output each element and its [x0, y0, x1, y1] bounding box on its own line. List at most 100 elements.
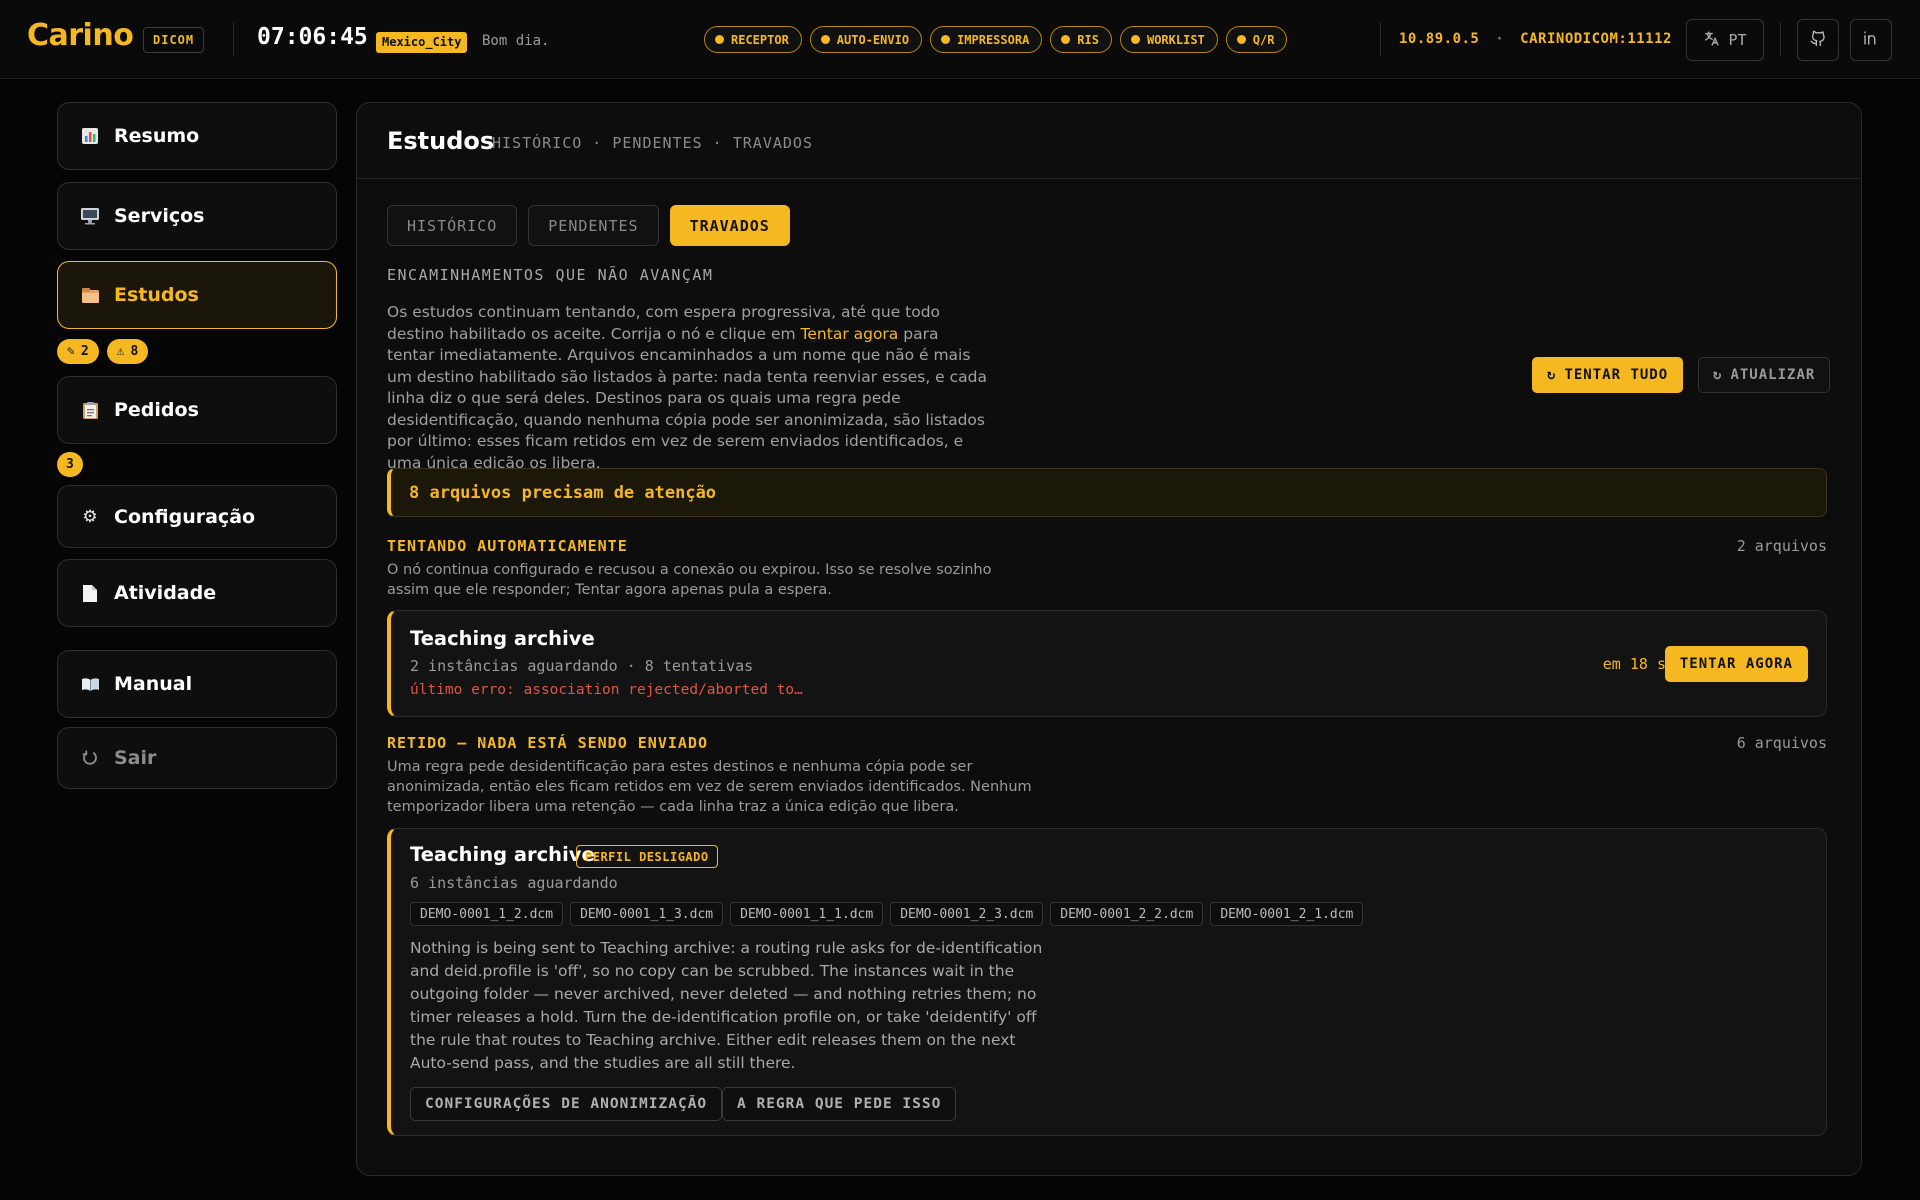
pill-label: AUTO-ENVIO — [836, 32, 910, 47]
github-button[interactable] — [1797, 19, 1839, 61]
file-chip[interactable]: DEMO-0001_1_3.dcm — [570, 902, 724, 926]
destination-meta: 6 instâncias aguardando — [410, 874, 618, 892]
bar-chart-icon — [80, 126, 100, 146]
status-dot-icon — [1130, 35, 1140, 44]
refresh-icon: ↻ — [1547, 367, 1557, 383]
attention-banner: 8 arquivos precisam de atenção — [387, 468, 1827, 517]
file-chip[interactable]: DEMO-0001_2_2.dcm — [1050, 902, 1204, 926]
power-icon — [80, 748, 100, 768]
group-count-held: 6 arquivos — [1736, 734, 1827, 752]
status-pill-impressora[interactable]: IMPRESSORA — [930, 26, 1043, 53]
linkedin-button[interactable] — [1850, 19, 1892, 61]
pill-label: RECEPTOR — [731, 32, 789, 47]
divider — [233, 22, 234, 56]
pill-label: Q/R — [1252, 32, 1275, 47]
button-label: TENTAR TUDO — [1564, 367, 1669, 383]
monitor-icon — [80, 206, 100, 226]
linkedin-icon — [1862, 29, 1880, 51]
group-title-held: RETIDO — NADA ESTÁ SENDO ENVIADO — [387, 734, 708, 752]
file-chip[interactable]: DEMO-0001_1_2.dcm — [410, 902, 564, 926]
status-pill-worklist[interactable]: WORKLIST — [1119, 26, 1218, 53]
deid-settings-button[interactable]: CONFIGURAÇÕES DE ANONIMIZAÇÃO — [410, 1087, 723, 1121]
pill-label: RIS — [1077, 32, 1099, 47]
tab-pendentes[interactable]: PENDENTES — [528, 205, 659, 246]
routing-rule-button[interactable]: A REGRA QUE PEDE ISSO — [722, 1087, 957, 1121]
sidebar-item-label: Sair — [114, 747, 157, 769]
profile-off-tag: PERFIL DESLIGADO — [576, 845, 718, 868]
sidebar-item-label: Estudos — [114, 284, 199, 306]
studies-panel: Estudos HISTÓRICO · PENDENTES · TRAVADOS… — [356, 102, 1862, 1176]
panel-header: Estudos HISTÓRICO · PENDENTES · TRAVADOS — [357, 103, 1861, 179]
badge-count: 2 — [80, 344, 89, 359]
destination-name: Teaching archive — [410, 627, 595, 650]
ae-title: CARINODICOM:11112 — [1520, 31, 1672, 47]
group-title-auto-retry: TENTANDO AUTOMATICAMENTE — [387, 537, 628, 555]
greeting: Bom dia. — [482, 33, 550, 49]
address-separator: · — [1495, 31, 1505, 47]
retry-now-button[interactable]: TENTAR AGORA — [1664, 646, 1808, 682]
edited-count-badge[interactable]: ✎ 2 — [57, 339, 99, 364]
retry-all-button[interactable]: ↻ TENTAR TUDO — [1532, 357, 1684, 393]
held-explanation: Nothing is being sent to Teaching archiv… — [410, 939, 1043, 1072]
refresh-button[interactable]: ↻ ATUALIZAR — [1698, 357, 1831, 393]
tab-travados[interactable]: TRAVADOS — [669, 205, 790, 246]
sidebar-item-atividade[interactable]: Atividade — [57, 559, 337, 627]
page-subtitle: HISTÓRICO · PENDENTES · TRAVADOS — [492, 134, 813, 152]
badge-count: 3 — [66, 457, 74, 472]
status-dot-icon — [820, 35, 830, 44]
sidebar-item-sair[interactable]: Sair — [57, 727, 337, 789]
document-icon — [80, 583, 100, 603]
status-pill-receptor[interactable]: RECEPTOR — [704, 26, 802, 53]
sidebar-item-label: Serviços — [114, 205, 205, 227]
pending-orders-badge[interactable]: 3 — [57, 452, 83, 477]
retry-eta: em 18 s — [1602, 655, 1666, 673]
status-pill-ris[interactable]: RIS — [1050, 26, 1112, 53]
intro-text: Os estudos continuam tentando, com esper… — [387, 302, 987, 474]
section-caption: ENCAMINHAMENTOS QUE NÃO AVANÇAM — [387, 266, 714, 284]
brand-tag: DICOM — [143, 27, 205, 53]
group-desc-auto-retry: O nó continua configurado e recusou a co… — [387, 562, 992, 598]
status-dot-icon — [715, 35, 724, 44]
sidebar-item-configuracao[interactable]: ⚙ Configuração — [57, 485, 337, 548]
sidebar-item-manual[interactable]: Manual — [57, 650, 337, 718]
estudos-badges: ✎ 2 ⚠ 8 — [57, 339, 149, 364]
top-bar: Carino DICOM 07:06:45 Mexico_City Bom di… — [0, 0, 1920, 79]
stuck-count-badge[interactable]: ⚠ 8 — [106, 339, 149, 364]
pill-label: IMPRESSORA — [957, 32, 1030, 47]
file-chip[interactable]: DEMO-0001_2_3.dcm — [890, 902, 1044, 926]
folder-icon — [80, 285, 100, 305]
status-dot-icon — [1236, 35, 1246, 44]
file-chip[interactable]: DEMO-0001_1_1.dcm — [730, 902, 884, 926]
book-icon — [80, 674, 100, 694]
badge-count: 8 — [130, 344, 139, 359]
group-count-auto-retry: 2 arquivos — [1736, 537, 1827, 555]
language-button[interactable]: PT — [1686, 19, 1764, 61]
divider — [1780, 22, 1781, 56]
button-label: ATUALIZAR — [1730, 367, 1816, 383]
sidebar-item-pedidos[interactable]: Pedidos — [57, 376, 337, 444]
warning-icon: ⚠ — [116, 344, 125, 359]
status-pill-auto-envio[interactable]: AUTO-ENVIO — [809, 26, 923, 53]
translate-icon — [1703, 30, 1720, 51]
sidebar-item-resumo[interactable]: Resumo — [57, 102, 337, 170]
intro-retry-link[interactable]: Tentar agora — [801, 325, 899, 343]
sidebar-item-label: Manual — [114, 673, 193, 695]
pill-label: WORKLIST — [1146, 32, 1205, 47]
sidebar-item-estudos[interactable]: Estudos — [57, 261, 337, 329]
tab-historico[interactable]: HISTÓRICO — [387, 205, 518, 246]
clock: 07:06:45 — [257, 24, 368, 50]
status-pill-qr[interactable]: Q/R — [1225, 26, 1288, 53]
github-icon — [1809, 29, 1827, 51]
file-chip[interactable]: DEMO-0001_2_1.dcm — [1210, 902, 1364, 926]
held-destination-card: Teaching archive PERFIL DESLIGADO 6 inst… — [387, 828, 1827, 1136]
refresh-icon: ↻ — [1713, 367, 1723, 383]
sidebar-item-label: Atividade — [114, 582, 217, 604]
gear-icon: ⚙ — [82, 506, 98, 527]
page-title: Estudos — [387, 127, 495, 155]
pencil-icon: ✎ — [67, 344, 75, 359]
service-status-pills: RECEPTOR AUTO-ENVIO IMPRESSORA RIS WORKL… — [704, 26, 1288, 53]
clipboard-icon — [80, 400, 100, 420]
sidebar-item-servicos[interactable]: Serviços — [57, 182, 337, 250]
destination-name: Teaching archive — [410, 843, 595, 866]
brand-logo[interactable]: Carino — [27, 18, 134, 53]
